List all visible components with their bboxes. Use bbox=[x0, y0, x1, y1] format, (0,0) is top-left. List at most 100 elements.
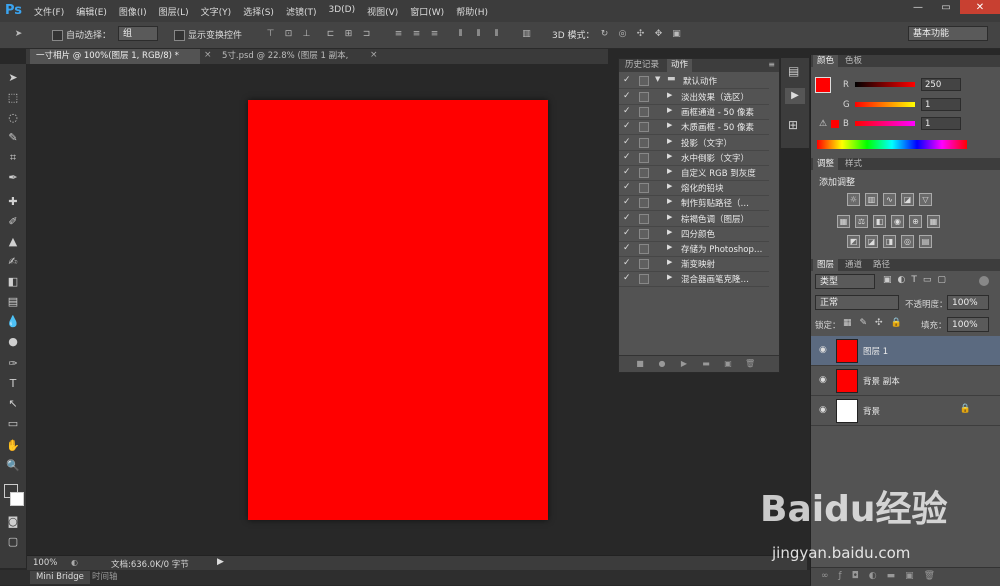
dialog-toggle-icon[interactable] bbox=[639, 168, 649, 178]
menu-filter[interactable]: 滤镜(T) bbox=[286, 5, 317, 18]
expand-arrow-icon[interactable]: ▶ bbox=[667, 182, 672, 190]
posterize-icon[interactable]: ◪ bbox=[865, 235, 878, 248]
expand-arrow-icon[interactable]: ▶ bbox=[667, 106, 672, 114]
dialog-toggle-icon[interactable] bbox=[639, 76, 649, 86]
distribute-vcenter-icon[interactable]: ≡ bbox=[410, 29, 423, 40]
threshold-icon[interactable]: ◨ bbox=[883, 235, 896, 248]
expand-arrow-icon[interactable]: ▶ bbox=[667, 243, 672, 251]
layer-row[interactable]: ◉ 图层 1 bbox=[811, 336, 1000, 366]
tab-layers[interactable]: 图层 bbox=[813, 259, 839, 271]
layer-row[interactable]: ◉ 背景 🔒 bbox=[811, 396, 1000, 426]
curves-icon[interactable]: ∿ bbox=[883, 193, 896, 206]
type-tool-icon[interactable]: T bbox=[4, 376, 22, 392]
dialog-toggle-icon[interactable] bbox=[639, 152, 649, 163]
photo-filter-icon[interactable]: ◉ bbox=[891, 215, 904, 228]
exposure-icon[interactable]: ◪ bbox=[901, 193, 914, 206]
menu-select[interactable]: 选择(S) bbox=[243, 5, 274, 18]
dialog-toggle-icon[interactable] bbox=[639, 228, 649, 239]
visibility-eye-icon[interactable]: ◉ bbox=[819, 375, 827, 385]
check-icon[interactable]: ✓ bbox=[623, 137, 633, 147]
tab-styles[interactable]: 样式 bbox=[841, 158, 866, 170]
color-spectrum-bar[interactable] bbox=[817, 140, 967, 149]
tab-document-2[interactable]: 5寸.psd @ 22.8% (图层 1 副本, RGB/8) bbox=[216, 49, 386, 76]
dialog-toggle-icon[interactable] bbox=[639, 259, 649, 270]
dialog-toggle-icon[interactable] bbox=[639, 198, 649, 209]
lock-icon[interactable]: 🔒 bbox=[960, 404, 971, 414]
expand-arrow-icon[interactable]: ▼ bbox=[655, 75, 660, 83]
layers-footer-icons[interactable]: ∞ƒ◘◐▬▣🗑 bbox=[821, 571, 945, 581]
move-tool-icon[interactable]: ➤ bbox=[12, 29, 25, 40]
3d-pan-icon[interactable]: ✣ bbox=[634, 29, 647, 40]
eraser-tool-icon[interactable]: ◧ bbox=[4, 274, 22, 290]
action-item[interactable]: ✓ ▶ 水中倒影（文字） bbox=[619, 150, 769, 166]
menu-help[interactable]: 帮助(H) bbox=[456, 5, 488, 18]
zoom-level[interactable]: 100% bbox=[33, 558, 57, 568]
layer-filter-icons[interactable]: ▣◐T▭▢ bbox=[883, 275, 952, 285]
action-item[interactable]: ✓ ▶ 自定义 RGB 到灰度 bbox=[619, 165, 769, 181]
crop-tool-icon[interactable]: ⌗ bbox=[4, 150, 22, 166]
play-icon[interactable]: ▶ bbox=[679, 359, 689, 369]
align-bottom-icon[interactable]: ⊥ bbox=[300, 29, 313, 40]
dialog-toggle-icon[interactable] bbox=[639, 274, 649, 285]
expand-arrow-icon[interactable]: ▶ bbox=[667, 228, 672, 236]
brush-tool-icon[interactable]: ✐ bbox=[4, 214, 22, 230]
screen-mode-icon[interactable]: ▢ bbox=[4, 534, 22, 550]
expand-arrow-icon[interactable]: ▶ bbox=[667, 197, 672, 205]
check-icon[interactable]: ✓ bbox=[623, 106, 633, 116]
expand-arrow-icon[interactable]: ▶ bbox=[667, 91, 672, 99]
share-icon[interactable]: ◐ bbox=[71, 558, 78, 567]
action-item[interactable]: ✓ ▶ 熔化的铅块 bbox=[619, 180, 769, 197]
dialog-toggle-icon[interactable] bbox=[639, 244, 649, 254]
background-color-swatch[interactable] bbox=[10, 492, 24, 506]
menu-window[interactable]: 窗口(W) bbox=[410, 5, 444, 18]
tab-swatches[interactable]: 色板 bbox=[841, 55, 866, 67]
history-brush-tool-icon[interactable]: ✍ bbox=[4, 254, 22, 270]
layer-filter-dropdown[interactable]: 类型 bbox=[815, 274, 875, 289]
expand-arrow-icon[interactable]: ▶ bbox=[667, 167, 672, 175]
3d-scale-icon[interactable]: ▣ bbox=[670, 29, 683, 40]
zoom-tool-icon[interactable]: 🔍 bbox=[4, 458, 22, 474]
expand-arrow-icon[interactable]: ▶ bbox=[667, 258, 672, 266]
dodge-tool-icon[interactable]: ● bbox=[4, 334, 22, 350]
new-set-icon[interactable]: ▬ bbox=[701, 359, 711, 369]
pen-tool-icon[interactable]: ✑ bbox=[4, 356, 22, 372]
dialog-toggle-icon[interactable] bbox=[639, 213, 649, 224]
channel-b-slider[interactable] bbox=[855, 121, 915, 126]
3d-rotate-icon[interactable]: ↻ bbox=[598, 29, 611, 40]
eyedropper-tool-icon[interactable]: ✒ bbox=[4, 170, 22, 186]
distribute-bottom-icon[interactable]: ≡ bbox=[428, 29, 441, 40]
align-left-icon[interactable]: ⊏ bbox=[324, 29, 337, 40]
hue-saturation-icon[interactable]: ▦ bbox=[837, 215, 850, 228]
dialog-toggle-icon[interactable] bbox=[639, 137, 649, 148]
dialog-toggle-icon[interactable] bbox=[639, 107, 649, 118]
channel-g-input[interactable]: 1 bbox=[921, 98, 961, 111]
menu-file[interactable]: 文件(F) bbox=[34, 5, 64, 18]
selective-color-icon[interactable]: ◎ bbox=[901, 235, 914, 248]
expand-arrow-icon[interactable]: ▶ bbox=[667, 137, 672, 145]
channel-mixer-icon[interactable]: ⊕ bbox=[909, 215, 922, 228]
gradient-map-icon[interactable]: ▤ bbox=[919, 235, 932, 248]
check-icon[interactable]: ✓ bbox=[623, 121, 633, 131]
properties-panel-icon[interactable]: ⊞ bbox=[788, 118, 798, 132]
channel-b-input[interactable]: 1 bbox=[921, 117, 961, 130]
action-item[interactable]: ✓ ▶ 混合器画笔克隆… bbox=[619, 271, 769, 288]
panel-menu-icon[interactable]: ≡ bbox=[768, 60, 775, 69]
menu-view[interactable]: 视图(V) bbox=[367, 5, 398, 18]
blend-mode-dropdown[interactable]: 正常 bbox=[815, 295, 899, 310]
3d-slide-icon[interactable]: ✥ bbox=[652, 29, 665, 40]
restore-button[interactable]: ▭ bbox=[932, 0, 960, 14]
tab-document-1[interactable]: 一寸相片 @ 100%(图层 1, RGB/8) * bbox=[30, 49, 200, 64]
dialog-toggle-icon[interactable] bbox=[639, 183, 649, 194]
distribute-left-icon[interactable]: ⫴ bbox=[454, 29, 467, 40]
levels-icon[interactable]: ▥ bbox=[865, 193, 878, 206]
menu-type[interactable]: 文字(Y) bbox=[201, 5, 232, 18]
black-white-icon[interactable]: ◧ bbox=[873, 215, 886, 228]
action-item[interactable]: ✓ ▶ 投影（文字） bbox=[619, 135, 769, 151]
check-icon[interactable]: ✓ bbox=[623, 75, 633, 85]
color-foreground-swatch[interactable] bbox=[815, 77, 831, 93]
close-button[interactable]: ✕ bbox=[960, 0, 1000, 14]
expand-arrow-icon[interactable]: ▶ bbox=[667, 121, 672, 129]
action-item[interactable]: ✓ ▶ 制作剪贴路径（… bbox=[619, 195, 769, 212]
expand-arrow-icon[interactable]: ▶ bbox=[667, 213, 672, 221]
action-item[interactable]: ✓ ▶ 淡出效果（选区） bbox=[619, 89, 769, 105]
